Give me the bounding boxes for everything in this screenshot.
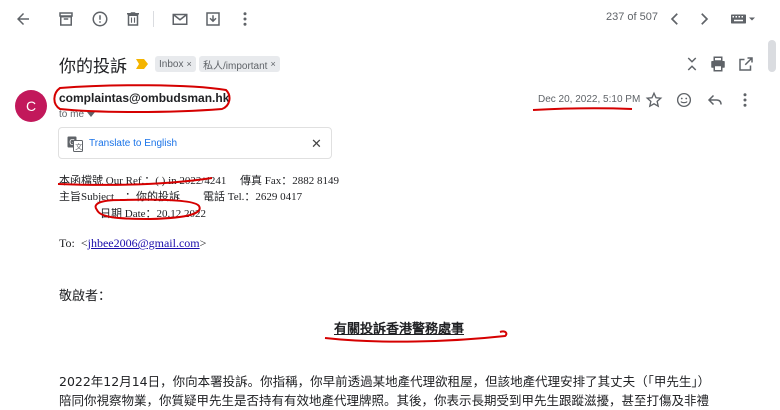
back-arrow-icon[interactable] [11,7,35,31]
label-chip-text: Inbox [159,58,184,70]
delete-icon[interactable] [121,7,145,31]
sender-email[interactable]: complaintas@ombudsman.hk [59,91,229,105]
letter-heading: 有關投訴香港警務處事 [334,322,465,337]
report-spam-icon[interactable] [88,7,112,31]
annotation-date-underline [532,107,633,111]
body-paragraph: 陪同你視察物業，你質疑甲先生是否持有有效地產代理牌照。其後，你表示長期受到甲先生… [59,393,710,408]
archive-icon[interactable] [54,7,78,31]
translate-link[interactable]: Translate to English [89,138,177,149]
newer-icon[interactable] [663,7,687,31]
label-chip-text: 私人/important [203,60,268,72]
to-line: To: <jhbee2006@gmail.com> [59,236,207,250]
body-paragraph: 2022年12月14日，你向本署投訴。你指稱，你早前透過某地產代理欲租屋，但該地… [59,374,711,389]
recipient-details[interactable]: to me [59,109,96,120]
svg-text:文: 文 [75,142,82,151]
avatar[interactable]: C [15,90,47,122]
label-chip-important[interactable]: 私人/important × [199,56,280,72]
to-label: To: [59,236,75,250]
close-icon[interactable]: ✕ [311,136,322,152]
more-vert-icon[interactable] [233,7,257,31]
remove-label-icon[interactable]: × [186,59,191,69]
to-me-label: to me [59,109,85,120]
emoji-reaction-icon[interactable] [672,88,696,112]
translate-banner: G 文 Translate to English ✕ [58,127,332,159]
subject-row: 你的投訴 Inbox × 私人/important × [0,46,780,82]
fax-line: 傳真 Fax：2882 8149 [240,175,339,187]
message-counter: 237 of 507 [606,11,658,23]
subject-line: 主旨Subject ：你的投訴 [59,191,180,203]
chevron-down-icon[interactable] [87,111,96,118]
open-new-window-icon[interactable] [734,52,758,76]
remove-label-icon[interactable]: × [270,59,275,69]
move-to-icon[interactable] [201,7,225,31]
older-icon[interactable] [692,7,716,31]
greeting: 敬啟者： [59,289,112,304]
ref-line: 本函檔號 Our Ref.：( ) in 2022/4241 [59,175,227,187]
star-icon[interactable] [642,88,666,112]
print-icon[interactable] [706,52,730,76]
more-options-icon[interactable] [733,88,757,112]
message-date: Dec 20, 2022, 5:10 PM [538,94,641,105]
date-line: 日期 Date：20.12.2022 [100,208,207,220]
collapse-all-icon[interactable] [680,52,704,76]
label-chip-inbox[interactable]: Inbox × [155,56,196,72]
to-email-link[interactable]: jhbee2006@gmail.com [88,236,200,250]
tel-line: 電話 Tel.：2629 0417 [203,191,303,203]
mark-unread-icon[interactable] [168,7,192,31]
keyboard-icon[interactable] [726,7,760,31]
toolbar: 237 of 507 [0,0,780,38]
important-marker-icon[interactable] [136,59,148,69]
reply-icon[interactable] [703,88,727,112]
translate-icon: G 文 [67,136,83,152]
toolbar-divider [153,11,154,27]
email-subject: 你的投訴 [59,57,127,77]
